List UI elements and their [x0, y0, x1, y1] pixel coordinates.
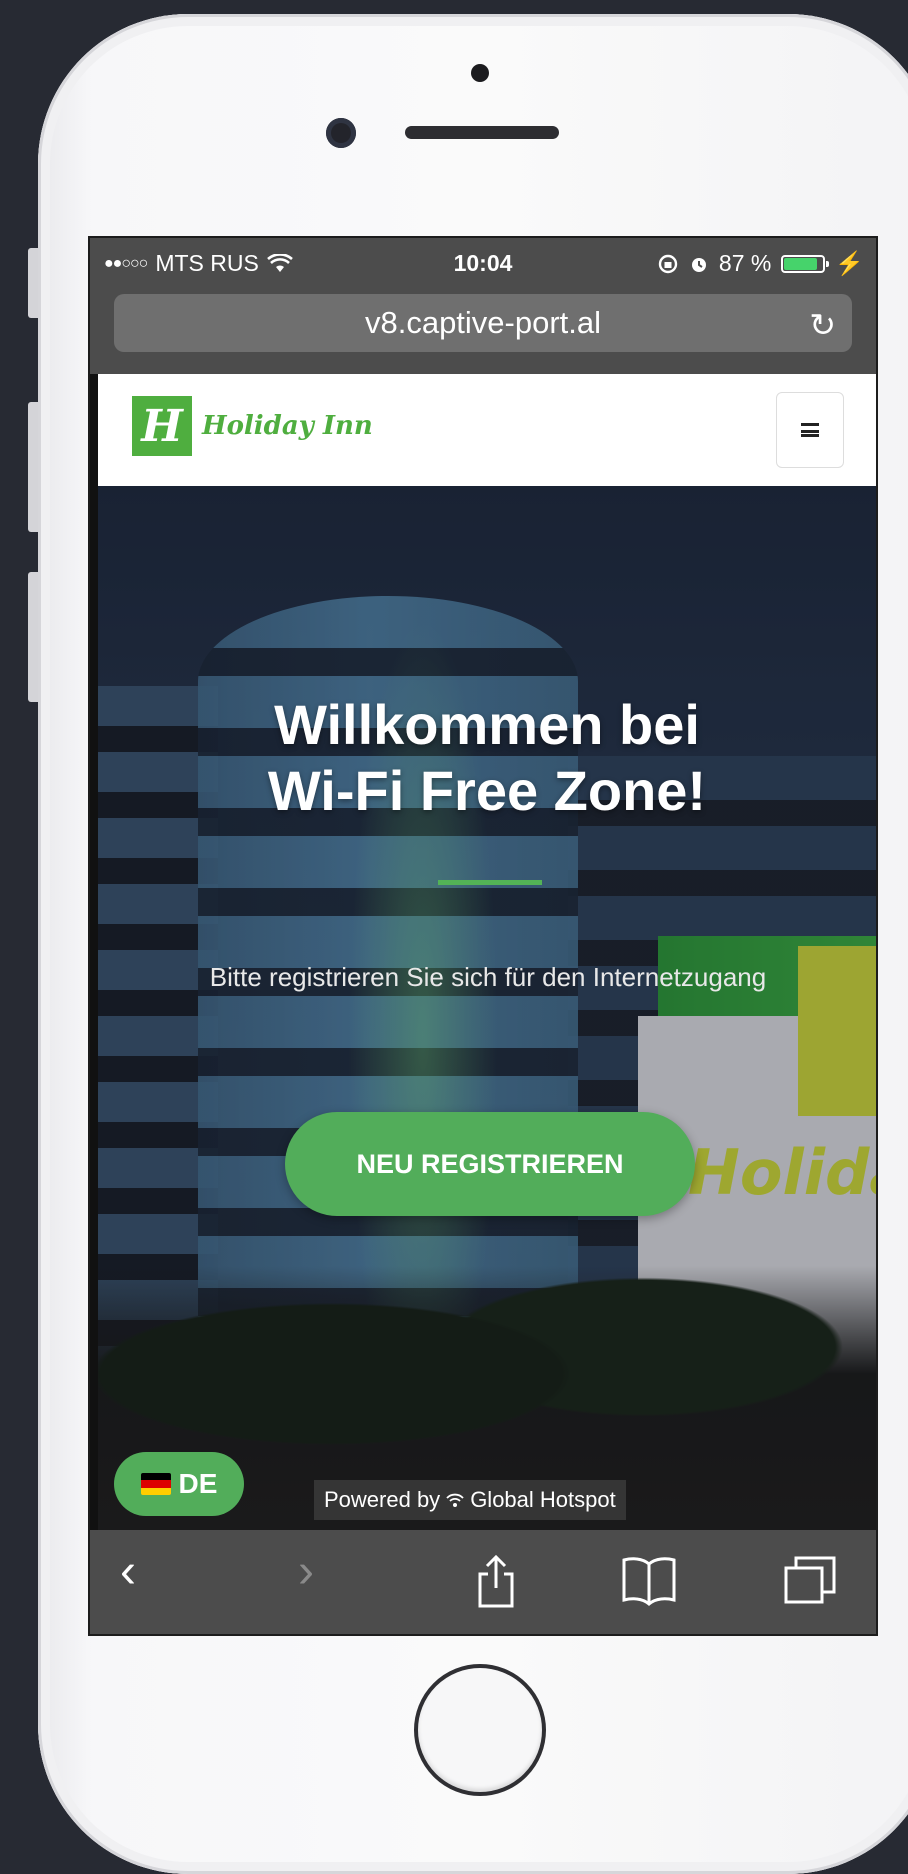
flag-stripe-red	[140, 1480, 171, 1488]
charging-icon: ⚡	[835, 250, 864, 276]
hero-title-line2: Wi-Fi Free Zone!	[267, 759, 707, 822]
phone-screen: ●●○○○ MTS RUS 10:04 87 % ⚡ v8.captive-po…	[88, 236, 878, 1636]
powered-by-label: Powered by	[324, 1487, 441, 1512]
alarm-icon	[691, 257, 706, 272]
site-navbar: H Holiday Inn	[98, 374, 876, 486]
mute-switch	[28, 248, 38, 318]
book-icon[interactable]	[620, 1554, 678, 1606]
battery-percent: 87 %	[718, 250, 772, 276]
home-button[interactable]	[414, 1664, 546, 1796]
url-text: v8.captive-port.al	[364, 305, 602, 340]
battery-level	[784, 257, 818, 270]
provider-name: Global Hotspot	[470, 1487, 616, 1512]
german-flag-icon	[140, 1473, 171, 1495]
language-selector[interactable]: DE	[114, 1452, 244, 1516]
language-code: DE	[178, 1468, 218, 1499]
hero-title-line1: Willkommen bei	[274, 693, 700, 756]
hero-section: Holida Willkommen bei Wi-Fi Free Zone! B…	[98, 486, 876, 1530]
holiday-inn-logo[interactable]: H Holiday Inn	[132, 396, 373, 456]
front-camera	[326, 118, 356, 148]
hamburger-icon	[801, 423, 819, 437]
chevron-left-icon[interactable]: ‹	[120, 1544, 136, 1599]
address-bar[interactable]: v8.captive-port.al ↻	[114, 294, 852, 352]
hero-divider	[438, 880, 542, 885]
browser-address-area: v8.captive-port.al ↻	[90, 288, 876, 374]
proximity-sensor	[471, 64, 489, 82]
register-button[interactable]: NEU REGISTRIEREN	[285, 1112, 695, 1216]
hero-overlay	[98, 486, 876, 1530]
earpiece-speaker	[405, 126, 559, 139]
battery-icon	[781, 254, 830, 273]
flag-stripe-gold	[140, 1487, 171, 1495]
hero-title: Willkommen bei Wi-Fi Free Zone!	[98, 692, 876, 824]
flag-stripe-black	[140, 1473, 171, 1481]
powered-by-badge[interactable]: Powered by Global Hotspot	[314, 1480, 626, 1520]
logo-mark: H	[132, 396, 192, 456]
hotspot-icon	[446, 1493, 464, 1507]
menu-button[interactable]	[776, 392, 844, 468]
tabs-icon[interactable]	[782, 1554, 838, 1606]
browser-toolbar: ‹ ›	[90, 1530, 876, 1634]
rotation-lock-icon	[658, 254, 678, 273]
logo-text: Holiday Inn	[202, 411, 373, 441]
chevron-right-icon[interactable]: ›	[298, 1544, 314, 1599]
volume-down-button	[28, 572, 38, 702]
volume-up-button	[28, 402, 38, 532]
reload-icon[interactable]: ↻	[809, 306, 836, 344]
share-icon[interactable]	[474, 1554, 518, 1610]
hero-subtitle: Bitte registrieren Sie sich für den Inte…	[209, 962, 767, 992]
status-bar: ●●○○○ MTS RUS 10:04 87 % ⚡	[90, 238, 876, 288]
status-right: 87 % ⚡	[657, 250, 864, 277]
